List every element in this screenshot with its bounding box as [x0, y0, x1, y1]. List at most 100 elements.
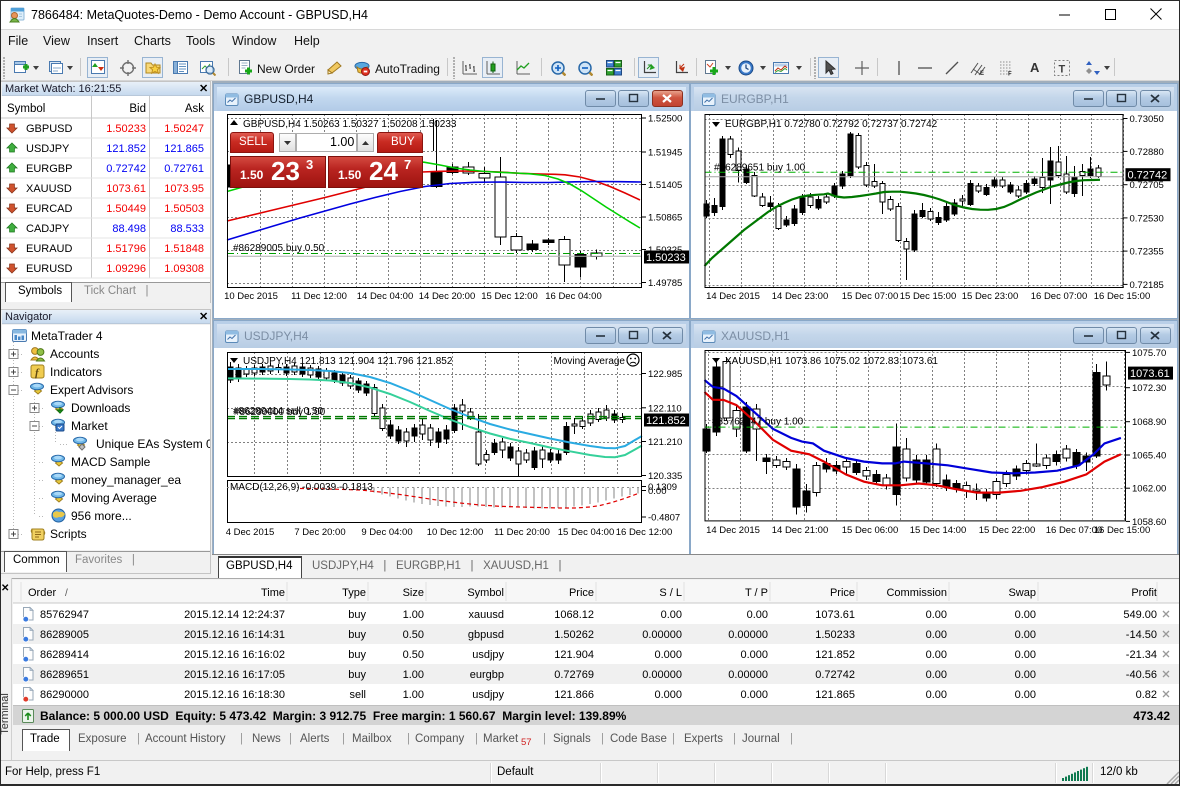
svg-text:-21.34: -21.34 [1126, 649, 1157, 661]
svg-text:/: / [65, 588, 68, 599]
svg-text:88.498: 88.498 [112, 223, 146, 235]
svg-text:2015.12.14 12:24:37: 2015.12.14 12:24:37 [184, 609, 285, 621]
svg-text:Symbol: Symbol [7, 103, 45, 115]
svg-text:0.72742: 0.72742 [106, 163, 146, 175]
svg-text:10 Dec 2015: 10 Dec 2015 [224, 291, 278, 302]
svg-text:#86289651 buy 1.00: #86289651 buy 1.00 [714, 163, 806, 174]
svg-text:gbpusd: gbpusd [468, 629, 504, 641]
svg-text:-0.4807: -0.4807 [648, 513, 680, 524]
svg-text:16 Dec 12:00: 16 Dec 12:00 [616, 527, 673, 538]
svg-text:1.09296: 1.09296 [106, 263, 146, 275]
svg-text:#85762947 buy 1.00: #85762947 buy 1.00 [712, 417, 804, 428]
svg-text:120.335: 120.335 [648, 471, 682, 482]
svg-text:85762947: 85762947 [40, 609, 89, 621]
svg-text:buy: buy [348, 609, 366, 621]
svg-text:121.852: 121.852 [815, 649, 855, 661]
svg-text:XAUUSD,H1 1073.86 1075.02 107: XAUUSD,H1 1073.86 1075.02 1072.83 1073.6… [725, 356, 938, 367]
svg-text:0.72742: 0.72742 [815, 669, 855, 681]
svg-text:EURGBP: EURGBP [26, 163, 72, 175]
svg-text:0.72530: 0.72530 [1130, 213, 1164, 224]
svg-text:Type: Type [342, 587, 366, 599]
svg-text:Market: Market [71, 419, 108, 433]
svg-text:GBPUSD,H4 1.50263 1.50327 1.5: GBPUSD,H4 1.50263 1.50327 1.50208 1.5023… [243, 119, 457, 130]
svg-text:86289414: 86289414 [40, 649, 89, 661]
svg-text:E: E [980, 71, 984, 76]
svg-text:0.00000: 0.00000 [642, 669, 682, 681]
svg-text:0.72355: 0.72355 [1130, 247, 1164, 258]
svg-text:-14.50: -14.50 [1126, 629, 1157, 641]
svg-text:1.49785: 1.49785 [648, 278, 682, 289]
svg-text:86289005: 86289005 [40, 629, 89, 641]
svg-text:USDJPY: USDJPY [26, 143, 70, 155]
svg-text:Moving Average: Moving Average [71, 491, 157, 505]
svg-text:1062.00: 1062.00 [1132, 484, 1166, 495]
svg-text:buy: buy [348, 629, 366, 641]
svg-text:1.52500: 1.52500 [648, 114, 682, 125]
svg-text:0.50: 0.50 [403, 629, 424, 641]
svg-text:121.865: 121.865 [815, 689, 855, 701]
svg-text:1073.95: 1073.95 [164, 183, 204, 195]
svg-text:0.00: 0.00 [1015, 629, 1036, 641]
svg-text:122.985: 122.985 [648, 369, 682, 380]
svg-text:Downloads: Downloads [71, 401, 130, 415]
svg-text:0.72185: 0.72185 [1130, 280, 1164, 291]
svg-text:MetaTrader 4: MetaTrader 4 [31, 329, 103, 343]
svg-text:1.50233: 1.50233 [646, 252, 686, 264]
svg-text:16 Dec 15:00: 16 Dec 15:00 [1094, 525, 1151, 536]
svg-text:0.00: 0.00 [926, 649, 947, 661]
svg-text:0.00: 0.00 [1015, 609, 1036, 621]
svg-text:T: T [1059, 64, 1066, 76]
svg-text:15 Dec 07:00: 15 Dec 07:00 [842, 291, 899, 302]
svg-text:eurgbp: eurgbp [470, 669, 504, 681]
svg-text:121.852: 121.852 [646, 415, 686, 427]
svg-text:Time: Time [261, 587, 285, 599]
svg-text:1065.40: 1065.40 [1132, 451, 1166, 462]
svg-text:1.50262: 1.50262 [554, 629, 594, 641]
svg-text:Price: Price [830, 587, 855, 599]
svg-text:1.50865: 1.50865 [648, 213, 682, 224]
svg-text:0.72769: 0.72769 [554, 669, 594, 681]
svg-text:0.50: 0.50 [403, 649, 424, 661]
svg-text:14 Dec 20:00: 14 Dec 20:00 [419, 291, 476, 302]
svg-text:1.51405: 1.51405 [648, 180, 682, 191]
svg-text:Commission: Commission [886, 587, 947, 599]
svg-text:0.72705: 0.72705 [1130, 180, 1164, 191]
svg-text:EURCAD: EURCAD [26, 203, 73, 215]
svg-text:0.72880: 0.72880 [1130, 147, 1164, 158]
svg-text:88.533: 88.533 [170, 223, 204, 235]
svg-text:EURGBP,H1 0.72780 0.72792 0.7: EURGBP,H1 0.72780 0.72792 0.72737 0.7274… [725, 119, 938, 130]
svg-text:1.51796: 1.51796 [106, 243, 146, 255]
svg-text:121.904: 121.904 [554, 649, 594, 661]
svg-text:USDJPY,H4 121.813 121.904 121: USDJPY,H4 121.813 121.904 121.796 121.85… [243, 356, 453, 367]
svg-text:0.00: 0.00 [926, 689, 947, 701]
svg-text:1073.61: 1073.61 [1130, 368, 1170, 380]
svg-text:11 Dec 20:00: 11 Dec 20:00 [494, 527, 550, 538]
svg-text:0.00000: 0.00000 [728, 669, 768, 681]
svg-text:#86289005 buy 0.50: #86289005 buy 0.50 [233, 243, 325, 254]
svg-text:0.82: 0.82 [1136, 689, 1157, 701]
svg-text:1068.12: 1068.12 [554, 609, 594, 621]
svg-text:S / L: S / L [659, 587, 682, 599]
svg-text:0.00: 0.00 [926, 609, 947, 621]
svg-text:956 more...: 956 more... [71, 509, 132, 523]
svg-text:money_manager_ea: money_manager_ea [71, 473, 181, 487]
svg-text:buy: buy [348, 649, 366, 661]
svg-text:#86290000 buy 1.00: #86290000 buy 1.00 [234, 407, 326, 418]
svg-text:usdjpy: usdjpy [472, 649, 504, 661]
svg-text:121.210: 121.210 [648, 437, 682, 448]
svg-text:15 Dec 14:00: 15 Dec 14:00 [910, 525, 967, 536]
svg-text:T / P: T / P [745, 587, 768, 599]
svg-text:0.00: 0.00 [1015, 649, 1036, 661]
svg-text:1072.30: 1072.30 [1132, 383, 1166, 394]
svg-text:Profit: Profit [1131, 587, 1157, 599]
svg-text:86289651: 86289651 [40, 669, 89, 681]
svg-text:MACD(12,26,9) -0.0039 -0.1813: MACD(12,26,9) -0.0039 -0.1813 [230, 482, 373, 493]
svg-text:1.50233: 1.50233 [106, 123, 146, 135]
svg-text:1068.90: 1068.90 [1132, 417, 1166, 428]
svg-text:15 Dec 22:00: 15 Dec 22:00 [979, 525, 1036, 536]
svg-text:EURAUD: EURAUD [26, 243, 73, 255]
svg-text:0.73050: 0.73050 [1130, 114, 1164, 125]
svg-text:15 Dec 06:00: 15 Dec 06:00 [842, 525, 899, 536]
svg-text:1.50449: 1.50449 [106, 203, 146, 215]
svg-text:122.110: 122.110 [648, 403, 682, 414]
